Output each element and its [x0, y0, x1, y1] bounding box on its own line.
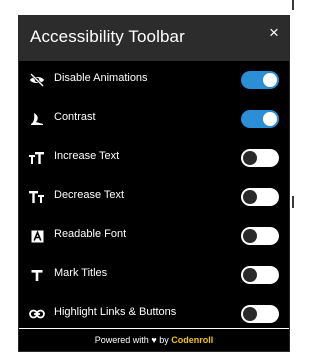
text-decrease-icon — [29, 189, 45, 205]
brand-link[interactable]: Codenroll — [171, 335, 213, 345]
toggle-knob — [243, 151, 257, 165]
toggle-switch[interactable] — [241, 71, 279, 89]
close-button[interactable]: × — [265, 23, 283, 43]
toolbar-item-label: Highlight Links & Buttons — [54, 306, 177, 318]
toggle-switch[interactable] — [241, 305, 279, 323]
toolbar-item-label: Disable Animations — [54, 72, 148, 84]
toggle-switch[interactable] — [241, 266, 279, 284]
readable-font-icon — [29, 228, 45, 244]
footer-by: by — [159, 335, 169, 345]
toggle-switch[interactable] — [241, 227, 279, 245]
toolbar-item-label: Readable Font — [54, 228, 127, 240]
accessibility-toolbar-panel: Accessibility Toolbar × Disable Animatio… — [18, 15, 290, 352]
page-edge-line — [292, 0, 294, 10]
toggle-switch[interactable] — [241, 149, 279, 167]
toggle-knob — [243, 190, 257, 204]
toolbar-item-label: Contrast — [54, 111, 96, 123]
toolbar-item-disable-animations[interactable]: Disable Animations — [19, 61, 289, 100]
toggle-knob — [263, 73, 277, 87]
toggle-knob — [243, 268, 257, 282]
link-icon — [29, 306, 45, 322]
text-increase-icon — [29, 150, 45, 166]
powered-by-footer: Powered with ♥ by Codenroll — [19, 328, 289, 351]
toolbar-item-label: Decrease Text — [54, 189, 125, 201]
toolbar-item-decrease-text[interactable]: Decrease Text — [19, 178, 289, 217]
toolbar-title: Accessibility Toolbar — [30, 27, 185, 46]
toolbar-item-mark-titles[interactable]: Mark Titles — [19, 256, 289, 295]
toggle-knob — [243, 307, 257, 321]
eye-slash-icon — [29, 72, 45, 88]
toolbar-header: Accessibility Toolbar × — [19, 16, 289, 61]
toggle-switch[interactable] — [241, 188, 279, 206]
toolbar-item-increase-text[interactable]: Increase Text — [19, 139, 289, 178]
toolbar-item-readable-font[interactable]: Readable Font — [19, 217, 289, 256]
mark-titles-icon — [29, 267, 45, 283]
toggle-knob — [263, 112, 277, 126]
contrast-icon — [29, 111, 45, 127]
toolbar-item-label: Increase Text — [54, 150, 120, 162]
toggle-knob — [243, 229, 257, 243]
toolbar-item-contrast[interactable]: Contrast — [19, 100, 289, 139]
toggle-switch[interactable] — [241, 110, 279, 128]
page-edge-line — [292, 196, 294, 208]
heart-icon: ♥ — [151, 335, 157, 345]
footer-prefix: Powered with — [94, 335, 149, 345]
toolbar-item-label: Mark Titles — [54, 267, 108, 279]
